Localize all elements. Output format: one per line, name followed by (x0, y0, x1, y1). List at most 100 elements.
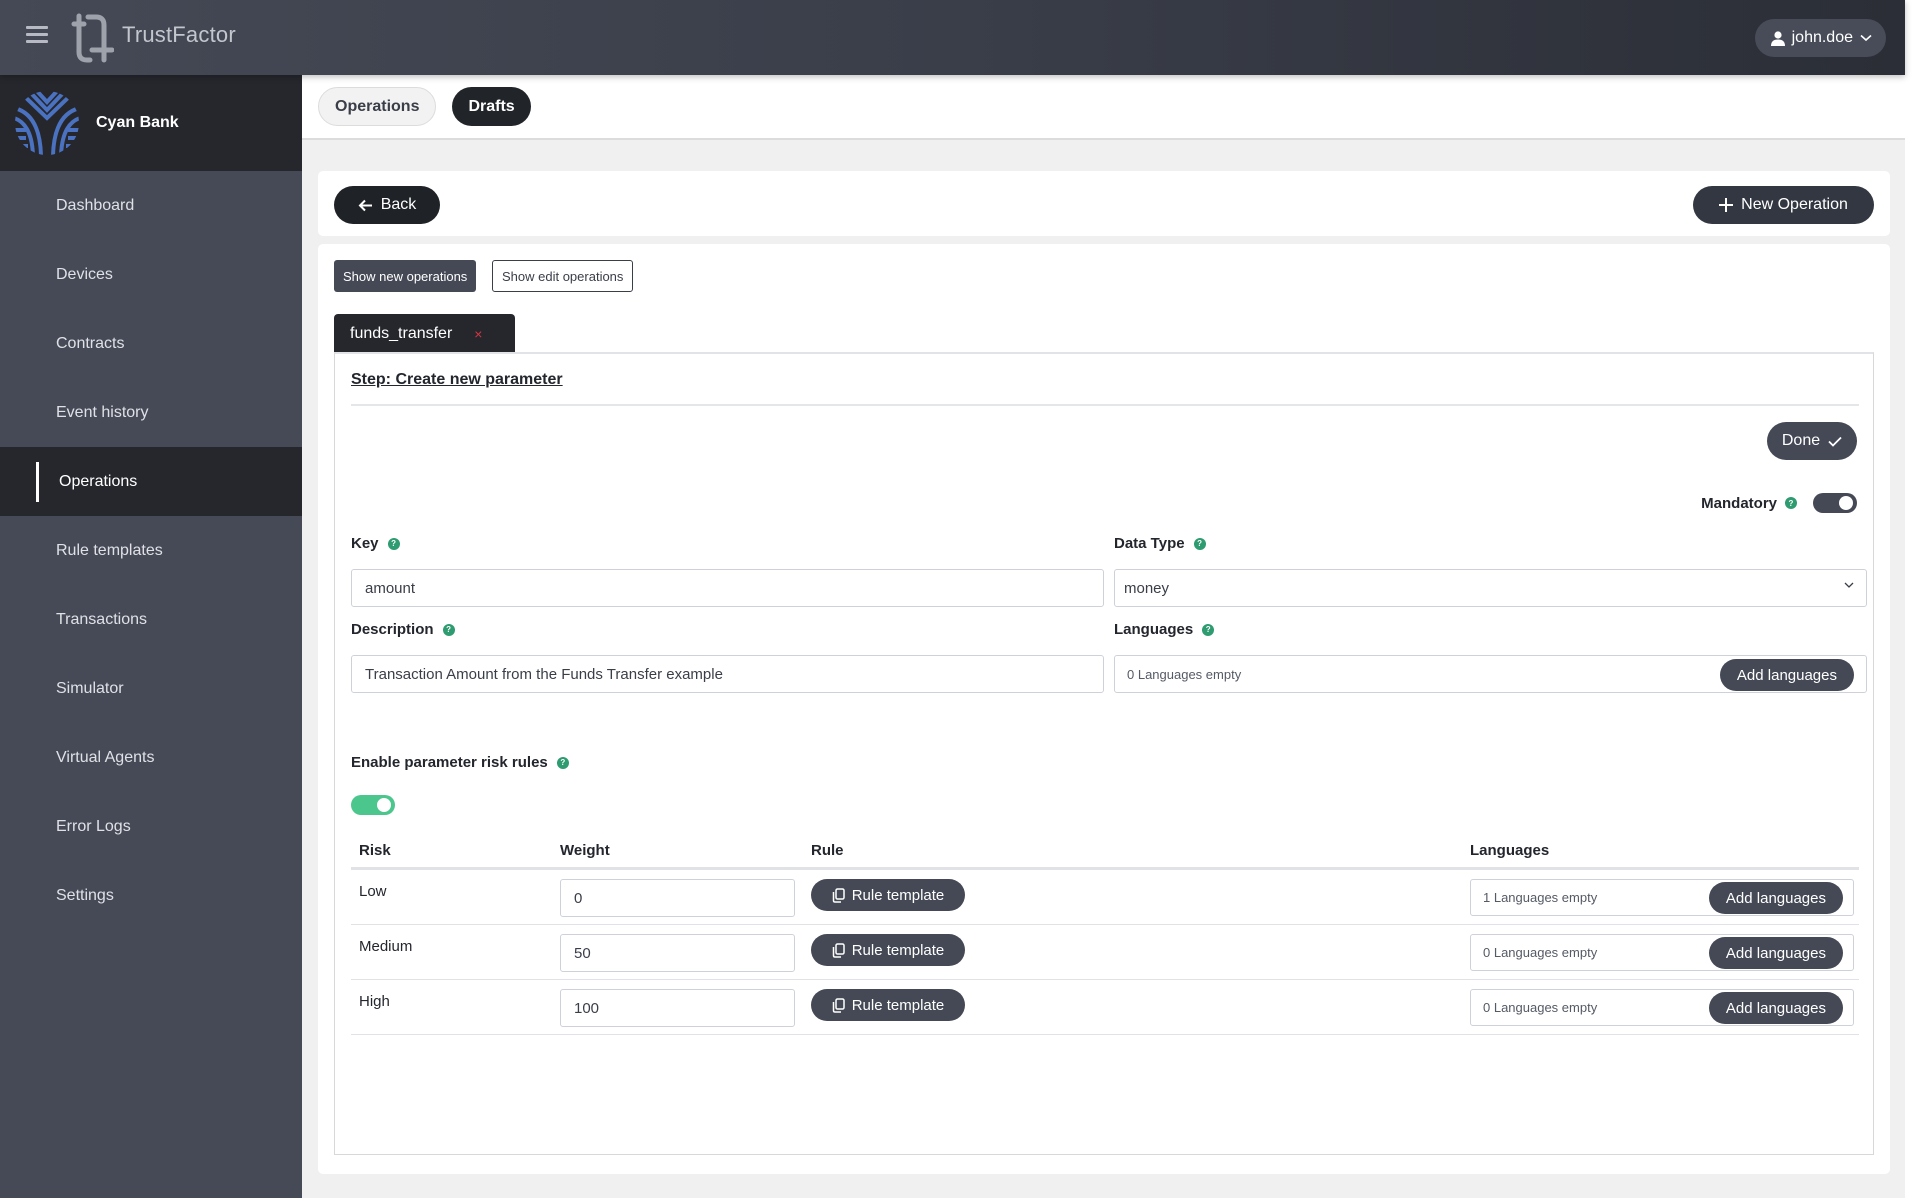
languages-status: 0 Languages empty (1483, 1000, 1598, 1015)
drafts-card: Show new operations Show edit operations… (318, 244, 1890, 1174)
new-operation-button[interactable]: New Operation (1693, 186, 1874, 224)
risk-rules-title: Enable parameter risk rules (351, 754, 548, 771)
trustfactor-logo-icon (71, 13, 114, 63)
plus-icon (1719, 198, 1734, 212)
languages-field: 0 Languages empty Add languages (1114, 655, 1867, 693)
back-button[interactable]: Back (334, 186, 440, 224)
chevron-down-icon (1844, 582, 1854, 588)
risk-rules-table: Risk Weight Rule Languages Low 0 Rule temp… (351, 832, 1859, 1035)
operation-tab-funds-transfer[interactable]: funds_transfer × (334, 314, 515, 354)
table-row: High 100 Rule template 0 Languages empty Add… (351, 980, 1859, 1035)
operation-tab-label: funds_transfer (350, 325, 453, 342)
rule-template-label: Rule template (851, 886, 945, 904)
row-languages-field: 0 Languages empty Add languages (1470, 989, 1854, 1026)
top-bar: TrustFactor john.doe (0, 0, 1905, 75)
sidebar-nav: Dashboard Devices Contracts Event history Op… (0, 171, 302, 930)
copy-icon (832, 887, 845, 903)
done-label: Done (1781, 432, 1821, 449)
sidebar-item-devices[interactable]: Devices (0, 240, 302, 309)
description-label: Description ? (351, 621, 455, 638)
row-languages-field: 1 Languages empty Add languages (1470, 879, 1854, 916)
risk-rules-label: Enable parameter risk rules ? (351, 754, 569, 771)
user-icon (1770, 30, 1785, 46)
risk-level: Low (359, 883, 387, 900)
column-header-rule: Rule (811, 842, 844, 859)
add-languages-button[interactable]: Add languages (1708, 937, 1843, 969)
key-label-text: Key (351, 535, 379, 552)
rule-template-button[interactable]: Rule template (811, 934, 965, 966)
organization-brand: Cyan Bank (0, 75, 302, 171)
description-input[interactable]: Transaction Amount from the Funds Transf… (351, 655, 1104, 693)
page-edge (1905, 0, 1920, 1198)
sidebar-item-transactions[interactable]: Transactions (0, 585, 302, 654)
user-menu-button[interactable]: john.doe (1754, 19, 1886, 57)
sidebar-item-event-history[interactable]: Event history (0, 378, 302, 447)
help-icon[interactable]: ? (1785, 497, 1797, 509)
parameter-editor-panel: Step: Create new parameter Done Mandator… (334, 352, 1874, 1155)
risk-level: Medium (359, 938, 413, 955)
help-icon[interactable]: ? (442, 623, 455, 636)
tab-operations[interactable]: Operations (318, 87, 437, 126)
data-type-label-text: Data Type (1114, 535, 1185, 552)
sidebar-item-simulator[interactable]: Simulator (0, 654, 302, 723)
data-type-label: Data Type ? (1114, 535, 1206, 552)
table-row: Medium 50 Rule template 0 Languages empty Ad… (351, 925, 1859, 980)
sidebar-item-operations[interactable]: Operations (0, 447, 302, 516)
rule-template-label: Rule template (851, 996, 945, 1014)
cyan-bank-logo-icon (15, 91, 79, 155)
help-icon[interactable]: ? (1193, 537, 1206, 550)
rule-template-button[interactable]: Rule template (811, 879, 965, 911)
data-type-value: money (1124, 579, 1170, 597)
tab-drafts[interactable]: Drafts (452, 87, 531, 126)
show-new-operations-button[interactable]: Show new operations (334, 260, 477, 292)
help-icon[interactable]: ? (387, 537, 400, 550)
organization-name: Cyan Bank (96, 114, 179, 131)
divider (351, 404, 1859, 406)
row-languages-field: 0 Languages empty Add languages (1470, 934, 1854, 971)
back-label: Back (380, 196, 417, 213)
column-header-languages: Languages (1470, 842, 1550, 859)
sidebar: Cyan Bank Dashboard Devices Contracts Event… (0, 75, 302, 1198)
weight-input[interactable]: 50 (560, 934, 795, 972)
key-label: Key ? (351, 535, 400, 552)
sidebar-item-rule-templates[interactable]: Rule templates (0, 516, 302, 585)
add-languages-button[interactable]: Add languages (1708, 882, 1843, 914)
help-icon[interactable]: ? (556, 756, 569, 769)
weight-input[interactable]: 0 (560, 879, 795, 917)
mandatory-label: Mandatory (1701, 494, 1777, 512)
table-row: Low 0 Rule template 1 Languages empty Add la… (351, 870, 1859, 925)
languages-status: 1 Languages empty (1483, 890, 1598, 905)
check-icon (1828, 436, 1842, 447)
weight-input[interactable]: 100 (560, 989, 795, 1027)
username: john.doe (1791, 29, 1853, 46)
languages-label: Languages ? (1114, 621, 1215, 638)
app-title: TrustFactor (122, 22, 236, 47)
sidebar-item-contracts[interactable]: Contracts (0, 309, 302, 378)
languages-status: 0 Languages empty (1127, 666, 1242, 682)
chevron-down-icon (1860, 34, 1872, 42)
key-input[interactable]: amount (351, 569, 1104, 607)
rule-template-button[interactable]: Rule template (811, 989, 965, 1021)
description-label-text: Description (351, 621, 434, 638)
hamburger-icon[interactable] (26, 26, 48, 48)
rule-template-label: Rule template (851, 941, 945, 959)
toolbar-card: Back New Operation (318, 171, 1890, 236)
data-type-select[interactable]: money (1114, 569, 1867, 607)
sidebar-item-error-logs[interactable]: Error Logs (0, 792, 302, 861)
copy-icon (832, 997, 845, 1013)
risk-rules-toggle[interactable] (351, 795, 395, 815)
copy-icon (832, 942, 845, 958)
close-icon[interactable]: × (474, 326, 482, 342)
done-button[interactable]: Done (1767, 422, 1857, 460)
show-edit-operations-button[interactable]: Show edit operations (492, 260, 634, 292)
mandatory-toggle[interactable] (1813, 493, 1857, 513)
mandatory-field: Mandatory ? (1701, 493, 1857, 513)
add-languages-button[interactable]: Add languages (1708, 992, 1843, 1024)
sidebar-item-virtual-agents[interactable]: Virtual Agents (0, 723, 302, 792)
add-languages-button[interactable]: Add languages (1719, 659, 1854, 691)
sidebar-item-settings[interactable]: Settings (0, 861, 302, 930)
new-operation-label: New Operation (1741, 196, 1848, 213)
help-icon[interactable]: ? (1202, 623, 1215, 636)
sidebar-item-dashboard[interactable]: Dashboard (0, 171, 302, 240)
arrow-left-icon (358, 199, 372, 211)
